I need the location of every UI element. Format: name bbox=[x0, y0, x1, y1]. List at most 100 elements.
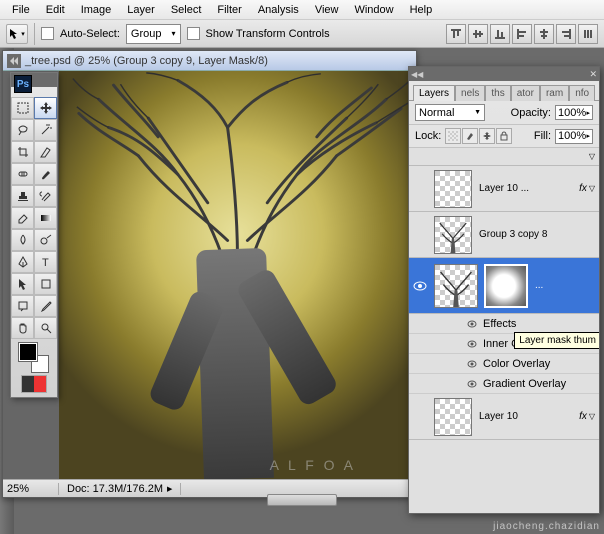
chevron-down-icon[interactable]: ▽ bbox=[589, 152, 595, 161]
eye-icon[interactable] bbox=[467, 379, 477, 389]
opacity-field[interactable]: 100% ▸ bbox=[555, 105, 593, 120]
panel-header[interactable]: ◀◀ ✕ bbox=[409, 67, 599, 81]
menu-image[interactable]: Image bbox=[73, 2, 120, 18]
brush-tool-icon[interactable] bbox=[34, 163, 57, 185]
layer-thumbnail[interactable] bbox=[434, 170, 472, 208]
align-hcenter-icon[interactable] bbox=[534, 24, 554, 44]
effect-item[interactable]: Color Overlay bbox=[409, 354, 599, 374]
layer-name[interactable]: Layer 10 ... bbox=[475, 183, 579, 194]
blend-mode-dropdown[interactable]: Normal ▼ bbox=[415, 104, 485, 121]
align-bottom-icon[interactable] bbox=[490, 24, 510, 44]
menu-edit[interactable]: Edit bbox=[38, 2, 73, 18]
notes-tool-icon[interactable] bbox=[11, 295, 34, 317]
doc-info[interactable]: Doc: 17.3M/176.2M ▶ bbox=[59, 483, 181, 495]
blur-tool-icon[interactable] bbox=[11, 229, 34, 251]
menu-filter[interactable]: Filter bbox=[209, 2, 249, 18]
lock-pixels-icon[interactable] bbox=[462, 128, 478, 144]
layer-name[interactable]: Group 3 copy 8 bbox=[475, 229, 599, 240]
menu-view[interactable]: View bbox=[307, 2, 347, 18]
stamp-tool-icon[interactable] bbox=[11, 185, 34, 207]
collapse-icon[interactable]: ◀◀ bbox=[411, 70, 423, 79]
layer-thumbnail[interactable] bbox=[434, 216, 472, 254]
heal-tool-icon[interactable] bbox=[11, 163, 34, 185]
tab-navigator[interactable]: ator bbox=[511, 85, 540, 101]
show-transform-checkbox[interactable] bbox=[187, 27, 200, 40]
hscroll-thumb[interactable] bbox=[267, 494, 337, 506]
lock-position-icon[interactable] bbox=[479, 128, 495, 144]
layer-ellipsis[interactable]: ... bbox=[531, 280, 599, 291]
tab-layers[interactable]: Layers bbox=[413, 85, 455, 101]
quickmask-toggle[interactable] bbox=[21, 375, 47, 393]
layer-row[interactable]: Group 3 copy 8 bbox=[409, 212, 599, 258]
layer-mask-thumbnail[interactable] bbox=[484, 264, 528, 308]
opacity-flyout-icon[interactable]: ▸ bbox=[586, 109, 590, 117]
tab-channels[interactable]: nels bbox=[455, 85, 485, 101]
menu-help[interactable]: Help bbox=[402, 2, 441, 18]
lasso-tool-icon[interactable] bbox=[11, 119, 34, 141]
effect-item[interactable]: Gradient Overlay bbox=[409, 374, 599, 394]
auto-select-dropdown[interactable]: Group ▾ bbox=[126, 24, 181, 44]
menu-window[interactable]: Window bbox=[346, 2, 401, 18]
menu-select[interactable]: Select bbox=[163, 2, 210, 18]
move-tool-icon[interactable]: ▾ bbox=[6, 24, 28, 44]
crop-tool-icon[interactable] bbox=[11, 141, 34, 163]
tab-handle-icon[interactable] bbox=[7, 54, 21, 68]
layer-row[interactable]: Layer 10 ... fx ▽ bbox=[409, 166, 599, 212]
zoom-field[interactable]: 25% bbox=[3, 483, 59, 495]
eye-icon[interactable] bbox=[467, 339, 477, 349]
lock-transparency-icon[interactable] bbox=[445, 128, 461, 144]
gradient-tool-icon[interactable] bbox=[34, 207, 57, 229]
chevron-down-icon[interactable]: ▽ bbox=[589, 184, 595, 193]
eraser-tool-icon[interactable] bbox=[11, 207, 34, 229]
menu-file[interactable]: File bbox=[4, 2, 38, 18]
visibility-toggle[interactable] bbox=[409, 281, 431, 291]
type-tool-icon[interactable]: T bbox=[34, 251, 57, 273]
hand-tool-icon[interactable] bbox=[11, 317, 34, 339]
marquee-tool-icon[interactable] bbox=[11, 97, 34, 119]
layer-thumbnail[interactable] bbox=[434, 398, 472, 436]
chevron-down-icon[interactable]: ▽ bbox=[589, 412, 595, 421]
close-icon[interactable]: ✕ bbox=[589, 69, 597, 80]
layer-thumbnail[interactable] bbox=[434, 264, 478, 308]
tab-info[interactable]: nfo bbox=[569, 85, 595, 101]
doc-info-menu-icon[interactable]: ▶ bbox=[167, 485, 172, 493]
align-top-icon[interactable] bbox=[446, 24, 466, 44]
align-vcenter-icon[interactable] bbox=[468, 24, 488, 44]
document-titlebar[interactable]: _tree.psd @ 25% (Group 3 copy 9, Layer M… bbox=[3, 51, 416, 71]
toolbox-header[interactable]: Ps bbox=[11, 73, 57, 87]
layer-row-selected[interactable]: ... bbox=[409, 258, 599, 314]
history-brush-tool-icon[interactable] bbox=[34, 185, 57, 207]
align-right-icon[interactable] bbox=[556, 24, 576, 44]
canvas-area[interactable]: A L F O A bbox=[3, 71, 416, 479]
lock-all-icon[interactable] bbox=[496, 128, 512, 144]
move-tool-icon[interactable] bbox=[34, 97, 57, 119]
tab-paths[interactable]: ths bbox=[485, 85, 510, 101]
auto-select-checkbox[interactable] bbox=[41, 27, 54, 40]
menu-analysis[interactable]: Analysis bbox=[250, 2, 307, 18]
fx-badge[interactable]: fx bbox=[579, 411, 587, 422]
layer-row-partial[interactable]: ▽ bbox=[409, 148, 599, 166]
fg-bg-swatch[interactable] bbox=[19, 343, 49, 373]
fx-badge[interactable]: fx bbox=[579, 183, 587, 194]
slice-tool-icon[interactable] bbox=[34, 141, 57, 163]
eye-icon[interactable] bbox=[467, 319, 477, 329]
canvas[interactable]: A L F O A bbox=[59, 71, 416, 479]
menu-layer[interactable]: Layer bbox=[119, 2, 163, 18]
effects-header[interactable]: Effects bbox=[409, 314, 599, 334]
fg-color-swatch[interactable] bbox=[19, 343, 37, 361]
distribute-icon[interactable] bbox=[578, 24, 598, 44]
eye-icon[interactable] bbox=[467, 359, 477, 369]
eyedropper-tool-icon[interactable] bbox=[34, 295, 57, 317]
photoshop-logo-icon[interactable]: Ps bbox=[14, 75, 32, 93]
layer-list[interactable]: Layer mask thum ▽ Layer 10 ... fx ▽ bbox=[409, 148, 599, 513]
align-left-icon[interactable] bbox=[512, 24, 532, 44]
wand-tool-icon[interactable] bbox=[34, 119, 57, 141]
shape-tool-icon[interactable] bbox=[34, 273, 57, 295]
fill-field[interactable]: 100% ▸ bbox=[555, 129, 593, 144]
pen-tool-icon[interactable] bbox=[11, 251, 34, 273]
tab-histogram[interactable]: ram bbox=[540, 85, 569, 101]
dodge-tool-icon[interactable] bbox=[34, 229, 57, 251]
layer-row[interactable]: Layer 10 fx ▽ bbox=[409, 394, 599, 440]
path-select-tool-icon[interactable] bbox=[11, 273, 34, 295]
zoom-tool-icon[interactable] bbox=[34, 317, 57, 339]
